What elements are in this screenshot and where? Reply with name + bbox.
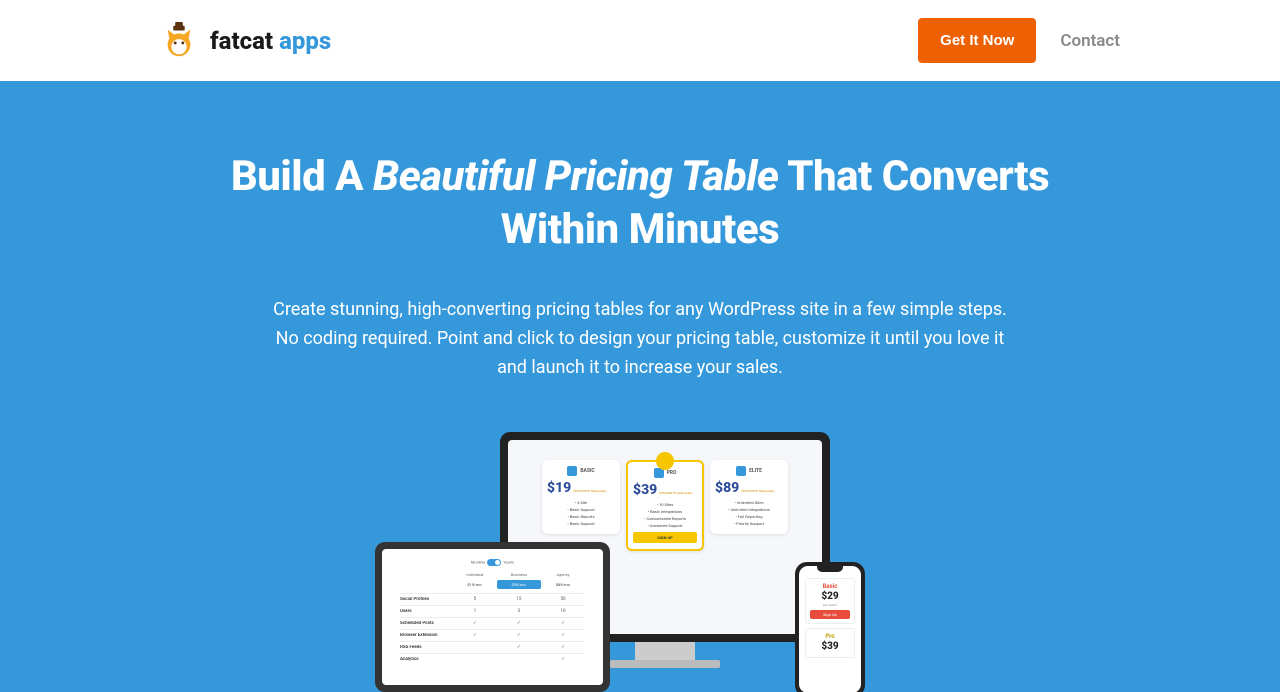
fatcat-icon bbox=[160, 22, 198, 60]
site-header: fatcat apps Get It Now Contact bbox=[0, 0, 1280, 81]
plan-card-elite: ELITE $89PER MONTH billed yearly Unlimit… bbox=[710, 460, 788, 534]
plan-card-pro: PRO $39PER MONTH billed yearly 10 Sites … bbox=[626, 460, 704, 551]
brand-text: fatcat apps bbox=[210, 27, 331, 55]
hero-section: Build A Beautiful Pricing Table That Con… bbox=[0, 81, 1280, 692]
contact-link[interactable]: Contact bbox=[1060, 31, 1120, 51]
phone-mockup: Basic $29 per month Sign Up Pro $39 bbox=[795, 562, 865, 692]
hero-headline: Build A Beautiful Pricing Table That Con… bbox=[190, 151, 1090, 256]
tablet-mockup: MonthlyYearly Individual Business Agency… bbox=[375, 542, 610, 692]
brand-logo[interactable]: fatcat apps bbox=[160, 22, 331, 60]
main-nav: Get It Now Contact bbox=[918, 18, 1120, 63]
device-mockups: BASIC $19PER MONTH billed yearly 3 Site … bbox=[360, 432, 920, 692]
get-it-now-button[interactable]: Get It Now bbox=[918, 18, 1036, 63]
hero-subtext: Create stunning, high-converting pricing… bbox=[260, 296, 1020, 382]
featured-badge-icon bbox=[656, 452, 674, 470]
plan-card-basic: BASIC $19PER MONTH billed yearly 3 Site … bbox=[542, 460, 620, 534]
